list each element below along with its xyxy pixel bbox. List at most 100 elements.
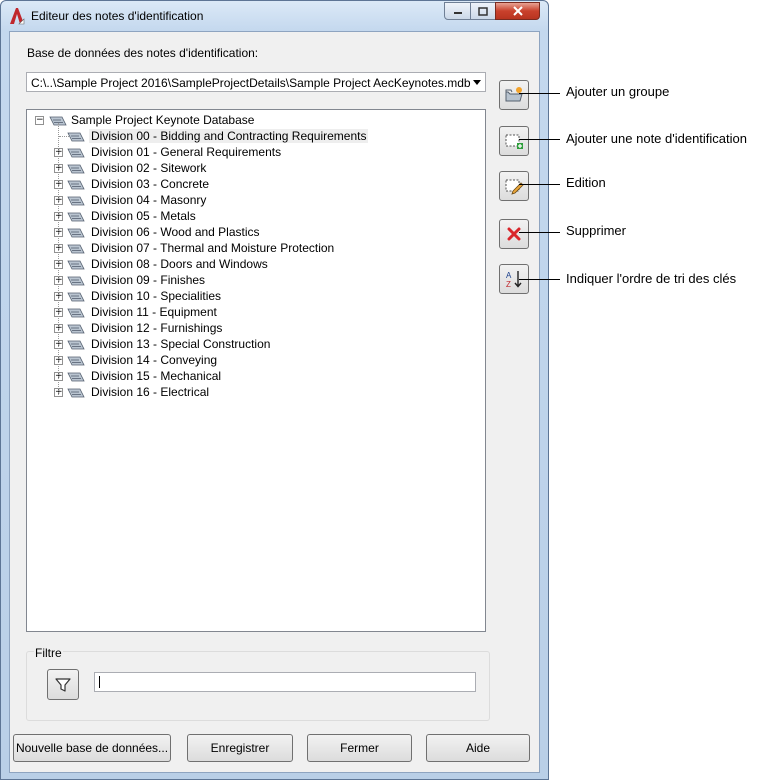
tree-root-label: Sample Project Keynote Database (71, 113, 255, 127)
save-button[interactable]: Enregistrer (187, 734, 293, 762)
tree-item-label: Division 08 - Doors and Windows (91, 257, 268, 271)
window-title: Editeur des notes d'identification (31, 9, 204, 23)
help-button[interactable]: Aide (426, 734, 530, 762)
edit-icon (505, 179, 524, 195)
delete-icon (507, 227, 521, 241)
tree-item[interactable]: + Division 14 - Conveying (27, 352, 483, 368)
text-caret (99, 676, 100, 688)
keynote-group-icon (67, 276, 85, 286)
tree-item-label: Division 03 - Concrete (91, 177, 210, 191)
keynote-group-icon (67, 228, 85, 238)
keynote-group-icon (67, 356, 85, 366)
tree-item-label: Division 11 - Equipment (91, 305, 217, 319)
filter-button[interactable] (47, 669, 79, 700)
keynote-group-icon (67, 244, 85, 254)
keynote-group-icon (67, 324, 85, 334)
tree-root[interactable]: − Sample Project Keynote Database (27, 112, 483, 128)
close-icon (512, 6, 523, 16)
tree-item-label: Division 00 - Bidding and Contracting Re… (89, 129, 369, 143)
chevron-down-icon (473, 80, 481, 85)
tree-item-label: Division 14 - Conveying (91, 353, 218, 367)
callout-delete: Supprimer (566, 223, 626, 238)
svg-text:Z: Z (506, 280, 511, 289)
keynote-tree[interactable]: − Sample Project Keynote Database Divisi… (26, 109, 486, 632)
collapse-icon[interactable]: − (35, 116, 44, 125)
database-path-select[interactable]: C:\..\Sample Project 2016\SampleProjectD… (26, 72, 486, 92)
autocad-app-icon (10, 8, 25, 25)
delete-button[interactable] (499, 219, 529, 249)
keynote-group-icon (67, 340, 85, 350)
keynote-group-icon (67, 196, 85, 206)
tree-item[interactable]: + Division 15 - Mechanical (27, 368, 483, 384)
database-label: Base de données des notes d'identificati… (27, 46, 259, 60)
add-note-icon (505, 134, 523, 149)
tree-item[interactable]: + Division 10 - Specialities (27, 288, 483, 304)
keynote-group-icon (67, 372, 85, 382)
keynote-editor-window: Editeur des notes d'identification Base … (0, 0, 549, 780)
tree-item-label: Division 15 - Mechanical (91, 369, 222, 383)
add-group-button[interactable] (499, 80, 529, 110)
title-bar[interactable]: Editeur des notes d'identification (1, 1, 548, 31)
tree-trunk-line (58, 123, 59, 395)
tree-item[interactable]: + Division 08 - Doors and Windows (27, 256, 483, 272)
tree-item-label: Division 02 - Sitework (91, 161, 207, 175)
dialog-client-area: Base de données des notes d'identificati… (9, 31, 540, 773)
tree-item-label: Division 05 - Metals (91, 209, 196, 223)
callout-line-add-group (519, 93, 560, 94)
callout-edit: Edition (566, 175, 606, 190)
callout-add-keynote: Ajouter une note d'identification (566, 131, 747, 146)
tree-item[interactable]: + Division 13 - Special Construction (27, 336, 483, 352)
tree-item-label: Division 10 - Specialities (91, 289, 222, 303)
tree-item[interactable]: + Division 04 - Masonry (27, 192, 483, 208)
tree-item[interactable]: + Division 16 - Electrical (27, 384, 483, 400)
minimize-icon (453, 12, 462, 14)
callout-sort: Indiquer l'ordre de tri des clés (566, 271, 737, 286)
filter-label: Filtre (34, 646, 63, 660)
keynote-group-icon (67, 260, 85, 270)
tree-item-label: Division 16 - Electrical (91, 385, 210, 399)
keynote-group-icon (67, 132, 85, 142)
database-path-value: C:\..\Sample Project 2016\SampleProjectD… (31, 76, 471, 90)
keynote-group-icon (67, 308, 85, 318)
svg-text:A: A (506, 271, 512, 280)
tree-item-label: Division 06 - Wood and Plastics (91, 225, 260, 239)
filter-input[interactable] (94, 672, 476, 692)
tree-item-label: Division 13 - Special Construction (91, 337, 271, 351)
tree-item[interactable]: + Division 02 - Sitework (27, 160, 483, 176)
tree-item[interactable]: + Division 05 - Metals (27, 208, 483, 224)
edit-button[interactable] (499, 171, 529, 201)
keynote-group-icon (67, 180, 85, 190)
close-window-button[interactable] (495, 2, 540, 20)
funnel-icon (55, 677, 71, 692)
tree-item[interactable]: + Division 07 - Thermal and Moisture Prot… (27, 240, 483, 256)
tree-item[interactable]: + Division 09 - Finishes (27, 272, 483, 288)
tree-item[interactable]: + Division 01 - General Requirements (27, 144, 483, 160)
keynote-group-icon (67, 388, 85, 398)
tree-item[interactable]: + Division 11 - Equipment (27, 304, 483, 320)
callout-line-delete (519, 232, 560, 233)
keynote-group-icon (67, 212, 85, 222)
tree-item[interactable]: + Division 03 - Concrete (27, 176, 483, 192)
keynote-group-icon (67, 164, 85, 174)
callout-line-add-keynote (519, 139, 560, 140)
tree-item[interactable]: + Division 06 - Wood and Plastics (27, 224, 483, 240)
tree-item[interactable]: + Division 12 - Furnishings (27, 320, 483, 336)
close-button[interactable]: Fermer (307, 734, 412, 762)
tree-item-label: Division 01 - General Requirements (91, 145, 282, 159)
new-database-button[interactable]: Nouvelle base de données... (13, 734, 171, 762)
tree-item-label: Division 09 - Finishes (91, 273, 206, 287)
add-keynote-button[interactable] (499, 126, 529, 156)
folder-add-icon (505, 87, 523, 102)
tree-item-label: Division 12 - Furnishings (91, 321, 223, 335)
tree-item-label: Division 07 - Thermal and Moisture Prote… (91, 241, 335, 255)
maximize-button[interactable] (470, 2, 496, 20)
keynote-group-icon (67, 148, 85, 158)
callout-add-group: Ajouter un groupe (566, 84, 670, 99)
keynote-group-icon (67, 292, 85, 302)
callout-line-edit (519, 184, 560, 185)
tree-item-label: Division 04 - Masonry (91, 193, 207, 207)
minimize-button[interactable] (444, 2, 471, 20)
tree-item[interactable]: Division 00 - Bidding and Contracting Re… (27, 128, 483, 144)
callout-line-sort (519, 279, 560, 280)
maximize-icon (478, 6, 488, 16)
